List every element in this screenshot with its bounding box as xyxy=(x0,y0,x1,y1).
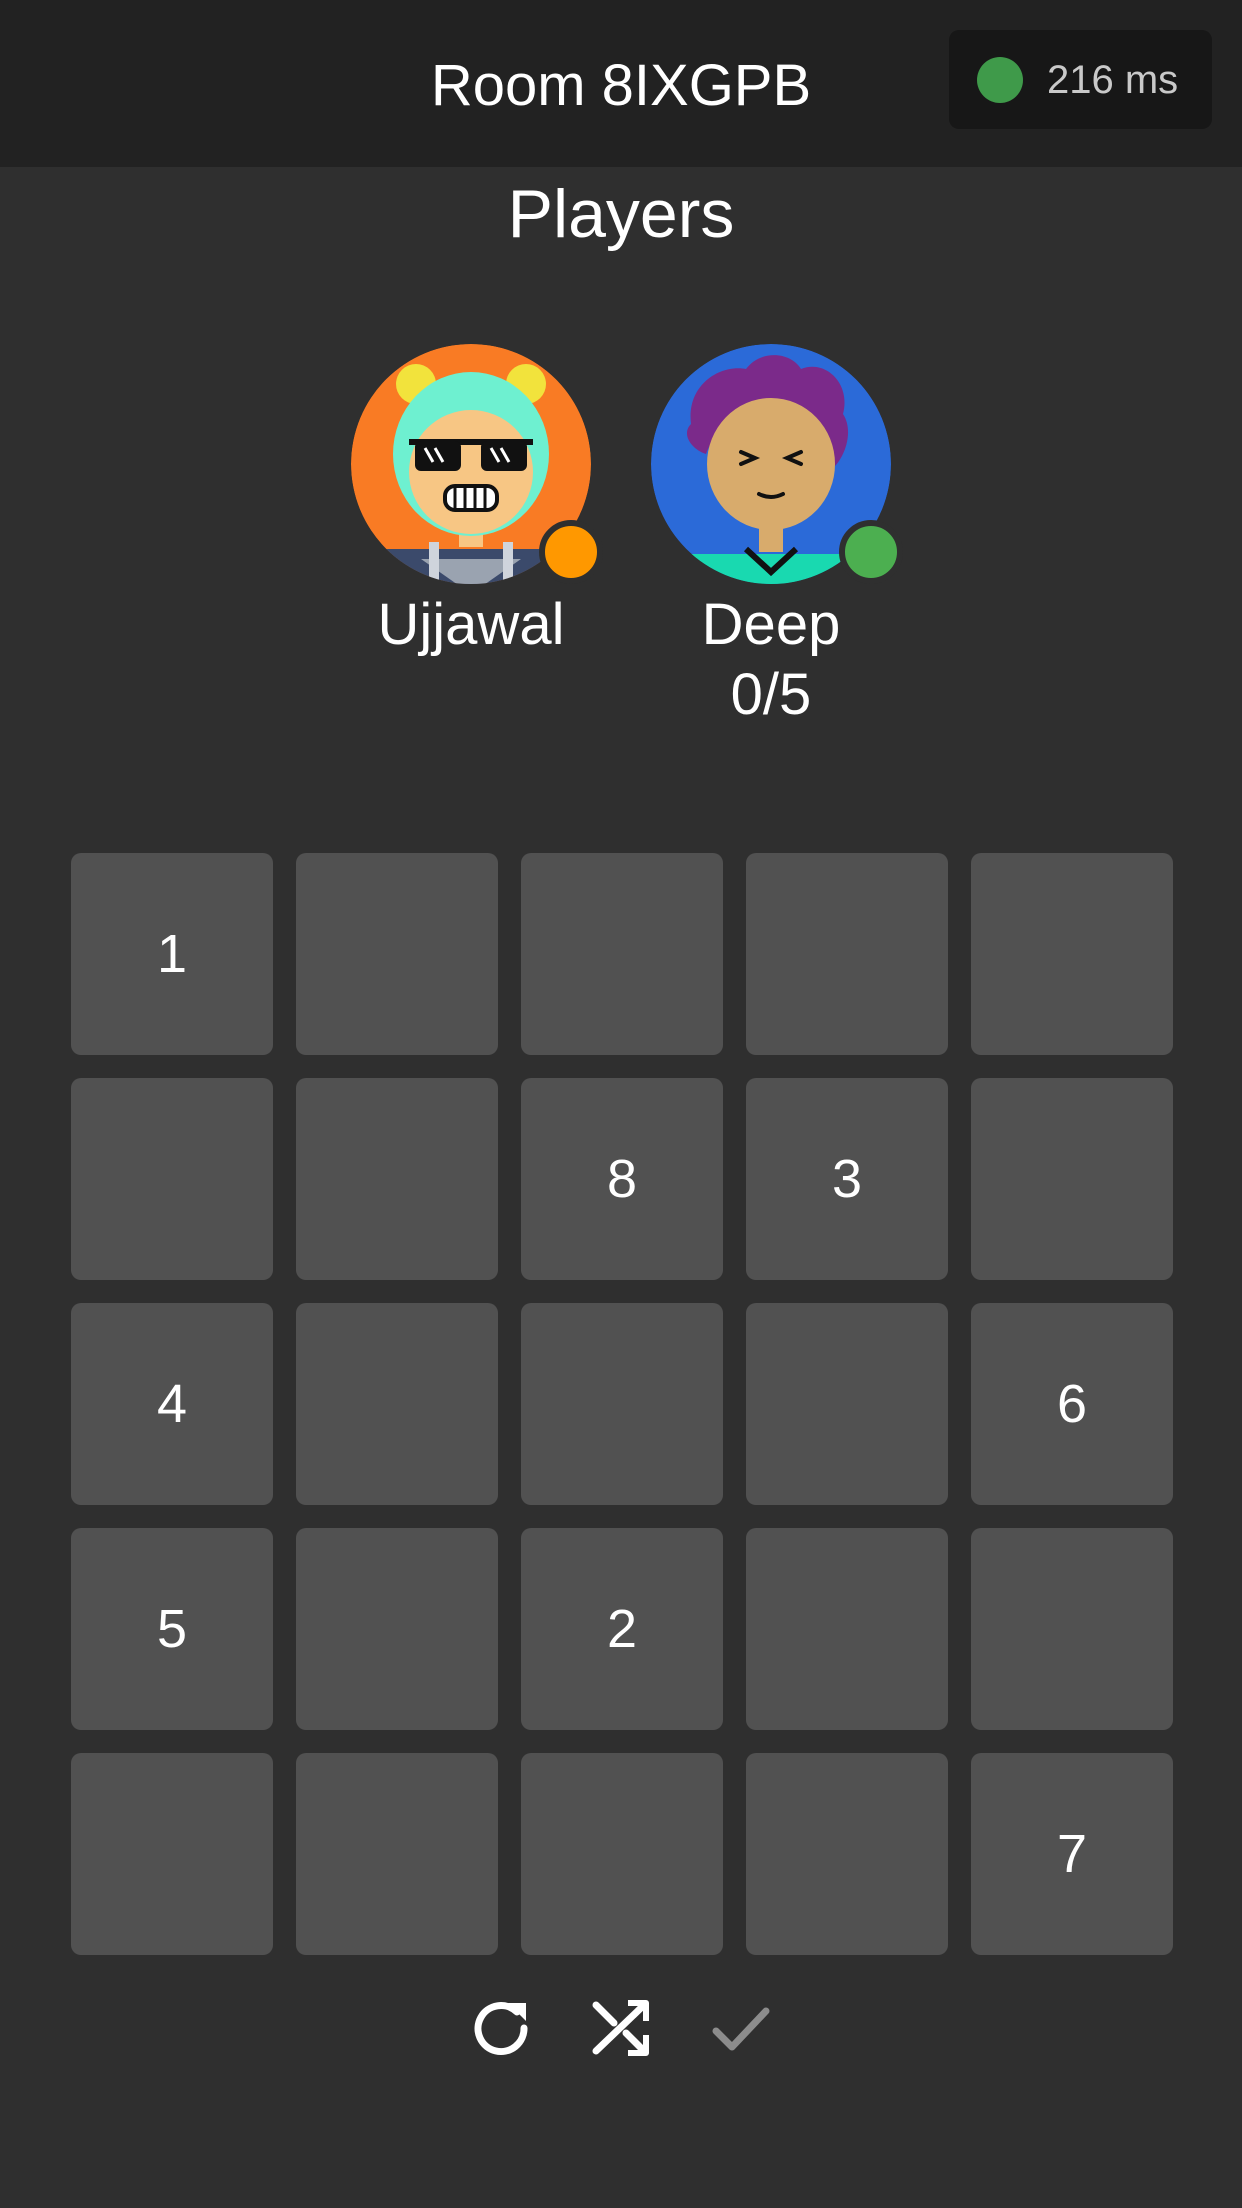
board-cell[interactable] xyxy=(521,853,723,1055)
player-card-ujjawal: Ujjawal xyxy=(321,344,621,660)
player-score: 0/5 xyxy=(730,662,812,727)
player-status-dot xyxy=(539,520,603,584)
board-cell[interactable] xyxy=(746,1303,948,1505)
board-cell[interactable] xyxy=(521,1753,723,1955)
board-cell[interactable]: 1 xyxy=(71,853,273,1055)
avatar xyxy=(351,344,603,584)
board-cell[interactable]: 5 xyxy=(71,1528,273,1730)
board-cell[interactable] xyxy=(746,853,948,1055)
check-icon xyxy=(712,2007,770,2051)
shuffle-icon xyxy=(592,2000,649,2056)
board-cell[interactable] xyxy=(971,1528,1173,1730)
board-cell[interactable]: 8 xyxy=(521,1078,723,1280)
board-cell[interactable] xyxy=(971,1078,1173,1280)
player-status-dot xyxy=(839,520,903,584)
board-cell[interactable]: 3 xyxy=(746,1078,948,1280)
board-cell[interactable] xyxy=(71,1078,273,1280)
board-cell[interactable] xyxy=(296,1303,498,1505)
avatar xyxy=(651,344,903,584)
board-cell[interactable] xyxy=(521,1303,723,1505)
board-controls xyxy=(0,1995,1242,2061)
board-cell[interactable] xyxy=(71,1753,273,1955)
submit-button[interactable] xyxy=(708,1995,774,2061)
reset-icon xyxy=(474,2002,528,2056)
board-cell[interactable] xyxy=(296,1528,498,1730)
player-name: Ujjawal xyxy=(377,592,565,657)
board-cell[interactable] xyxy=(296,1753,498,1955)
board-cell[interactable] xyxy=(746,1753,948,1955)
board-cell[interactable] xyxy=(296,1078,498,1280)
shuffle-button[interactable] xyxy=(588,1995,654,2061)
board-cell[interactable] xyxy=(746,1528,948,1730)
board-cell[interactable] xyxy=(971,853,1173,1055)
player-card-deep: Deep 0/5 xyxy=(621,344,921,730)
board-cell[interactable]: 7 xyxy=(971,1753,1173,1955)
board-cell[interactable] xyxy=(296,853,498,1055)
board-cell[interactable]: 4 xyxy=(71,1303,273,1505)
board-cell[interactable]: 6 xyxy=(971,1303,1173,1505)
latency-value: 216 ms xyxy=(1047,58,1179,102)
latency-indicator: 216 ms xyxy=(949,30,1212,129)
reset-button[interactable] xyxy=(468,1995,534,2061)
player-name: Deep xyxy=(701,592,841,657)
players-heading: Players xyxy=(507,176,735,252)
top-bar: Room 8IXGPB 216 ms xyxy=(0,0,1242,167)
connection-status-dot xyxy=(977,57,1023,103)
board-cell[interactable]: 2 xyxy=(521,1528,723,1730)
